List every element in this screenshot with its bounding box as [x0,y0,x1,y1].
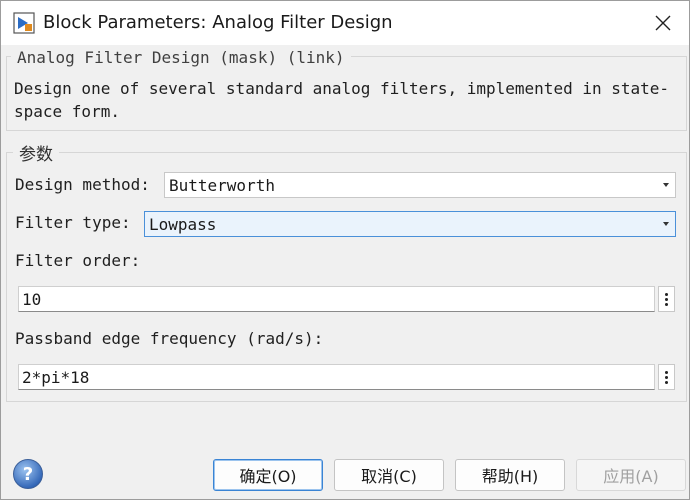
close-button[interactable] [645,7,681,39]
help-icon[interactable]: ? [12,458,44,490]
dialog-window: Block Parameters: Analog Filter Design A… [0,0,690,500]
description-text: Design one of several standard analog fi… [14,79,670,121]
description-legend: Analog Filter Design (mask) (link) [11,48,351,67]
more-dot [665,292,668,296]
filter-type-value: Lowpass [149,214,217,234]
more-dot [665,370,668,374]
more-dot [665,375,668,379]
apply-button[interactable]: 应用(A) [576,459,686,491]
design-method-select[interactable]: Butterworth [164,172,676,198]
svg-text:?: ? [23,464,33,485]
filter-order-value: 10 [22,289,42,309]
filter-order-more-button[interactable] [658,286,675,312]
cancel-button[interactable]: 取消(C) [334,459,444,491]
title-bar: Block Parameters: Analog Filter Design [1,1,689,45]
passband-edge-label: Passband edge frequency (rad/s): [15,329,324,348]
ok-button[interactable]: 确定(O) [213,459,323,491]
close-icon [655,15,671,31]
passband-edge-field[interactable]: 2*pi*18 [18,364,655,390]
filter-order-label: Filter order: [15,251,141,270]
design-method-label: Design method: [15,175,150,194]
passband-edge-more-button[interactable] [658,364,675,390]
filter-order-field[interactable]: 10 [18,286,655,312]
chevron-down-icon [663,222,669,226]
more-dot [665,380,668,384]
more-dot [665,302,668,306]
help-button[interactable]: 帮助(H) [455,459,565,491]
window-title: Block Parameters: Analog Filter Design [43,12,393,33]
design-method-value: Butterworth [169,175,275,195]
filter-type-label: Filter type: [15,213,131,232]
parameters-legend: 参数 [13,140,59,165]
chevron-down-icon [663,183,669,187]
passband-edge-value: 2*pi*18 [22,367,90,387]
filter-type-select[interactable]: Lowpass [144,211,676,237]
simulink-block-icon [13,12,35,34]
more-dot [665,297,668,301]
